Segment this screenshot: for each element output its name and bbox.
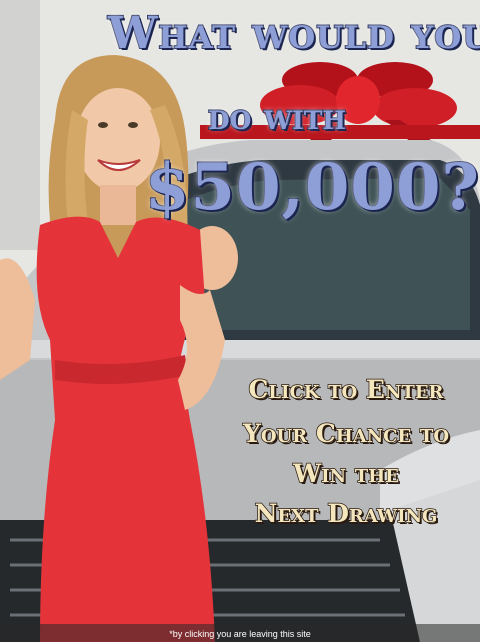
cta-line-3[interactable]: Win the	[238, 456, 454, 492]
cta-line-2[interactable]: Your Chance to	[238, 416, 454, 452]
headline-line-2: do with	[207, 95, 347, 139]
cta-line-4[interactable]: Next Drawing	[238, 496, 454, 532]
headline-amount: $50,000?	[144, 149, 480, 226]
sweepstakes-ad[interactable]: What would you do with $50,000? Click to…	[0, 0, 480, 642]
disclaimer-text: *by clicking you are leaving this site	[169, 629, 311, 639]
cta-line-1[interactable]: Click to Enter	[238, 372, 454, 408]
headline-line-1: What would you	[107, 7, 480, 60]
